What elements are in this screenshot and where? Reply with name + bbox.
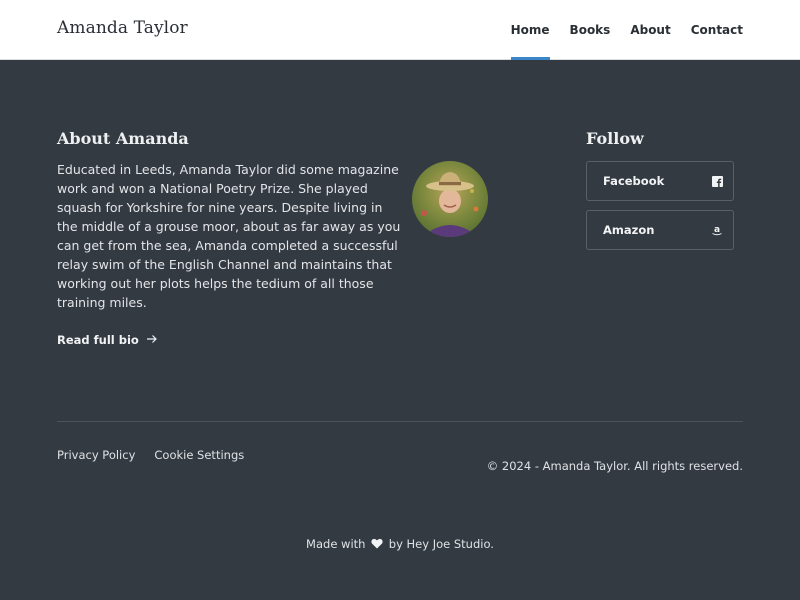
about-title: About Amanda — [57, 129, 189, 148]
footer-divider — [57, 421, 743, 422]
nav-about[interactable]: About — [630, 0, 670, 60]
made-with-prefix: Made with — [306, 537, 366, 551]
main-nav: Home Books About Contact — [491, 0, 743, 60]
about-text: Educated in Leeds, Amanda Taylor did som… — [57, 162, 401, 310]
facebook-icon — [711, 175, 723, 187]
site-header: Amanda Taylor Home Books About Contact — [0, 0, 800, 60]
read-full-bio-link[interactable]: Read full bio — [57, 333, 158, 347]
cookie-settings-link[interactable]: Cookie Settings — [154, 448, 244, 462]
footer-links: Privacy Policy Cookie Settings — [57, 448, 263, 462]
arrow-right-icon — [146, 333, 158, 347]
site-brand[interactable]: Amanda Taylor — [57, 18, 188, 38]
nav-home[interactable]: Home — [510, 0, 550, 60]
privacy-policy-link[interactable]: Privacy Policy — [57, 448, 135, 462]
made-with-credit: Made with by Hey Joe Studio. — [0, 537, 800, 552]
author-avatar — [412, 161, 488, 237]
facebook-button[interactable]: Facebook — [586, 161, 734, 201]
amazon-label: Amazon — [603, 223, 655, 237]
copyright-text: © 2024 - Amanda Taylor. All rights reser… — [486, 459, 743, 473]
made-with-suffix[interactable]: by Hey Joe Studio. — [389, 537, 494, 551]
heart-icon — [371, 538, 383, 552]
read-more-label: Read full bio — [57, 333, 139, 347]
amazon-button[interactable]: Amazon a — [586, 210, 734, 250]
nav-contact[interactable]: Contact — [691, 0, 743, 60]
amazon-icon: a — [711, 224, 723, 236]
nav-books[interactable]: Books — [570, 0, 611, 60]
follow-title: Follow — [586, 129, 644, 148]
svg-text:a: a — [714, 225, 720, 235]
facebook-label: Facebook — [603, 174, 665, 188]
